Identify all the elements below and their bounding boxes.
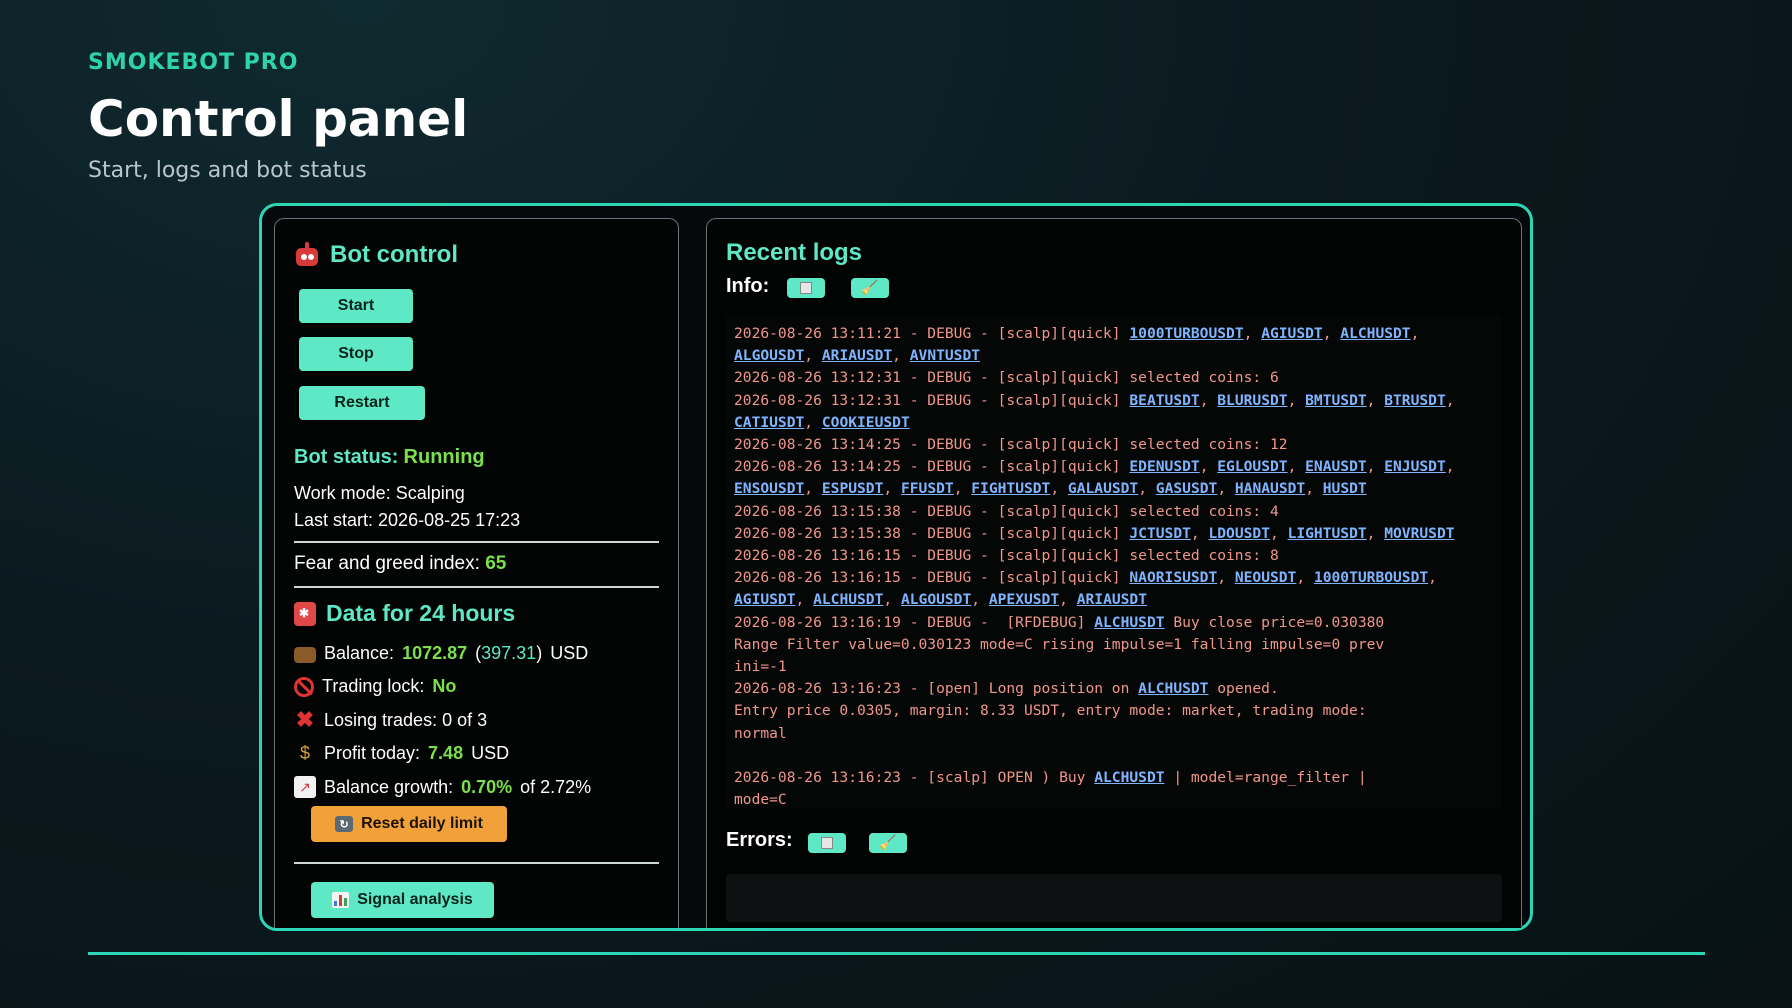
log-line: 2026-08-26 13:15:38 - DEBUG - [scalp][qu… [734, 502, 1279, 520]
profit-label: Profit today: [324, 742, 421, 763]
log-line: ini=-1 [734, 658, 787, 676]
stop-button[interactable]: Stop [299, 337, 413, 371]
chart-increasing-icon: ↗ [294, 776, 316, 798]
info-copy-button[interactable] [787, 278, 825, 298]
log-line: ENSOUSDT, ESPUSDT, FFUSDT, FIGHTUSDT, GA… [734, 480, 1367, 498]
log-line: mode=C [734, 791, 787, 809]
log-line: 2026-08-26 13:11:21 - DEBUG - [scalp][qu… [734, 325, 1420, 342]
bot-control-heading: Bot control [294, 241, 659, 269]
log-line: Entry price 0.0305, margin: 8.33 USDT, e… [734, 702, 1367, 720]
trading-lock-value: No [432, 676, 457, 696]
losing-trades-text: Losing trades: 0 of 3 [324, 709, 488, 730]
copy-icon [800, 282, 812, 294]
fear-greed-value: 65 [485, 553, 507, 574]
reset-daily-limit-button[interactable]: ↻ Reset daily limit [311, 806, 507, 842]
log-line: 2026-08-26 13:16:15 - DEBUG - [scalp][qu… [734, 547, 1279, 565]
log-line: CATIUSDT, COOKIEUSDT [734, 413, 910, 431]
broom-icon: 🧹 [861, 280, 879, 296]
logs-panel: Recent logs Info: 🧹 2026-08-26 13:11:21 … [706, 218, 1522, 928]
log-line: AGIUSDT, ALCHUSDT, ALGOUSDT, APEXUSDT, A… [734, 591, 1148, 609]
log-line: 2026-08-26 13:16:23 - [scalp] OPEN ) Buy… [734, 769, 1367, 787]
log-line: 2026-08-26 13:14:25 - DEBUG - [scalp][qu… [734, 458, 1455, 476]
errors-clear-button[interactable]: 🧹 [869, 833, 907, 853]
bot-control-panel: Bot control Start Stop Restart Bot statu… [274, 218, 679, 928]
page-subtitle: Start, logs and bot status [88, 158, 367, 183]
log-line: 2026-08-26 13:12:31 - DEBUG - [scalp][qu… [734, 369, 1279, 387]
info-clear-button[interactable]: 🧹 [851, 278, 889, 298]
log-line-blank [734, 745, 1494, 767]
bot-control-title: Bot control [330, 241, 458, 268]
bot-status: Bot status: Running [275, 446, 678, 469]
trading-lock-row: Trading lock: No [294, 676, 456, 697]
log-line: 2026-08-26 13:16:15 - DEBUG - [scalp][qu… [734, 569, 1437, 587]
trading-lock-label: Trading lock: [322, 676, 425, 696]
fear-greed-index: Fear and greed index: 65 [275, 553, 678, 575]
cross-icon: ✖ [295, 707, 315, 732]
log-line: 2026-08-26 13:14:25 - DEBUG - [scalp][qu… [734, 436, 1288, 454]
balance-unit: USD [550, 643, 589, 663]
balance-available: 397.31 [481, 643, 537, 663]
signal-analysis-label: Signal analysis [357, 891, 473, 908]
bot-status-value: Running [403, 446, 485, 468]
signal-analysis-button[interactable]: Signal analysis [311, 882, 494, 918]
page-title: Control panel [88, 90, 469, 148]
balance-label: Balance: [324, 643, 395, 663]
divider [294, 541, 659, 543]
refresh-icon: ↻ [335, 816, 354, 832]
bot-status-label: Bot status: [294, 446, 399, 468]
growth-label: Balance growth: [324, 776, 454, 797]
info-label: Info: [726, 275, 770, 297]
profit-value: 7.48 [428, 742, 464, 763]
info-log-box[interactable]: 2026-08-26 13:11:21 - DEBUG - [scalp][qu… [726, 315, 1502, 809]
last-start: Last start: 2026-08-25 17:23 [294, 510, 521, 530]
daily-data-heading: Data for 24 hours [294, 600, 659, 627]
log-line: 2026-08-26 13:15:38 - DEBUG - [scalp][qu… [734, 524, 1455, 542]
broom-icon: 🧹 [879, 835, 897, 851]
bottom-divider [88, 952, 1705, 955]
paren-close: ) [536, 643, 543, 663]
log-line: normal [734, 724, 787, 742]
log-line: 2026-08-26 13:16:23 - [open] Long positi… [734, 680, 1279, 698]
recent-logs-title: Recent logs [726, 239, 863, 266]
divider [294, 862, 659, 864]
work-mode: Work mode: Scalping [294, 483, 465, 503]
growth-value: 0.70% [461, 776, 513, 797]
prohibited-icon [294, 676, 314, 697]
log-line: 2026-08-26 13:16:19 - DEBUG - [RFDEBUG] … [734, 613, 1385, 631]
growth-of: of 2.72% [520, 776, 592, 797]
log-line: ALGOUSDT, ARIAUSDT, AVNTUSDT [734, 347, 981, 365]
balance-value: 1072.87 [402, 643, 468, 663]
losing-trades-row: ✖ Losing trades: 0 of 3 [294, 707, 488, 732]
robot-icon [294, 242, 320, 268]
start-button[interactable]: Start [299, 289, 413, 323]
fear-greed-label: Fear and greed index: [294, 553, 480, 574]
profit-unit: USD [471, 742, 510, 763]
briefcase-icon [294, 646, 316, 663]
brand-label: SMOKEBOT PRO [88, 50, 299, 75]
restart-button[interactable]: Restart [299, 386, 425, 420]
divider [294, 586, 659, 588]
money-bag-icon: $ [299, 742, 310, 763]
errors-log-box[interactable] [726, 874, 1502, 922]
balance-row: Balance: 1072.87 (397.31) USD [294, 643, 588, 664]
reset-daily-limit-label: Reset daily limit [361, 815, 483, 832]
errors-label: Errors: [726, 829, 793, 851]
profit-row: $ Profit today: 7.48 USD [294, 742, 509, 764]
calendar-icon [294, 601, 316, 626]
copy-icon [821, 837, 833, 849]
daily-data-title: Data for 24 hours [326, 600, 516, 626]
bar-chart-icon [332, 892, 350, 908]
errors-copy-button[interactable] [808, 833, 846, 853]
control-frame: Bot control Start Stop Restart Bot statu… [259, 203, 1533, 931]
log-line: 2026-08-26 13:12:31 - DEBUG - [scalp][qu… [734, 391, 1455, 409]
growth-row: ↗ Balance growth: 0.70% of 2.72% [294, 776, 591, 798]
log-line: Range Filter value=0.030123 mode=C risin… [734, 635, 1385, 653]
